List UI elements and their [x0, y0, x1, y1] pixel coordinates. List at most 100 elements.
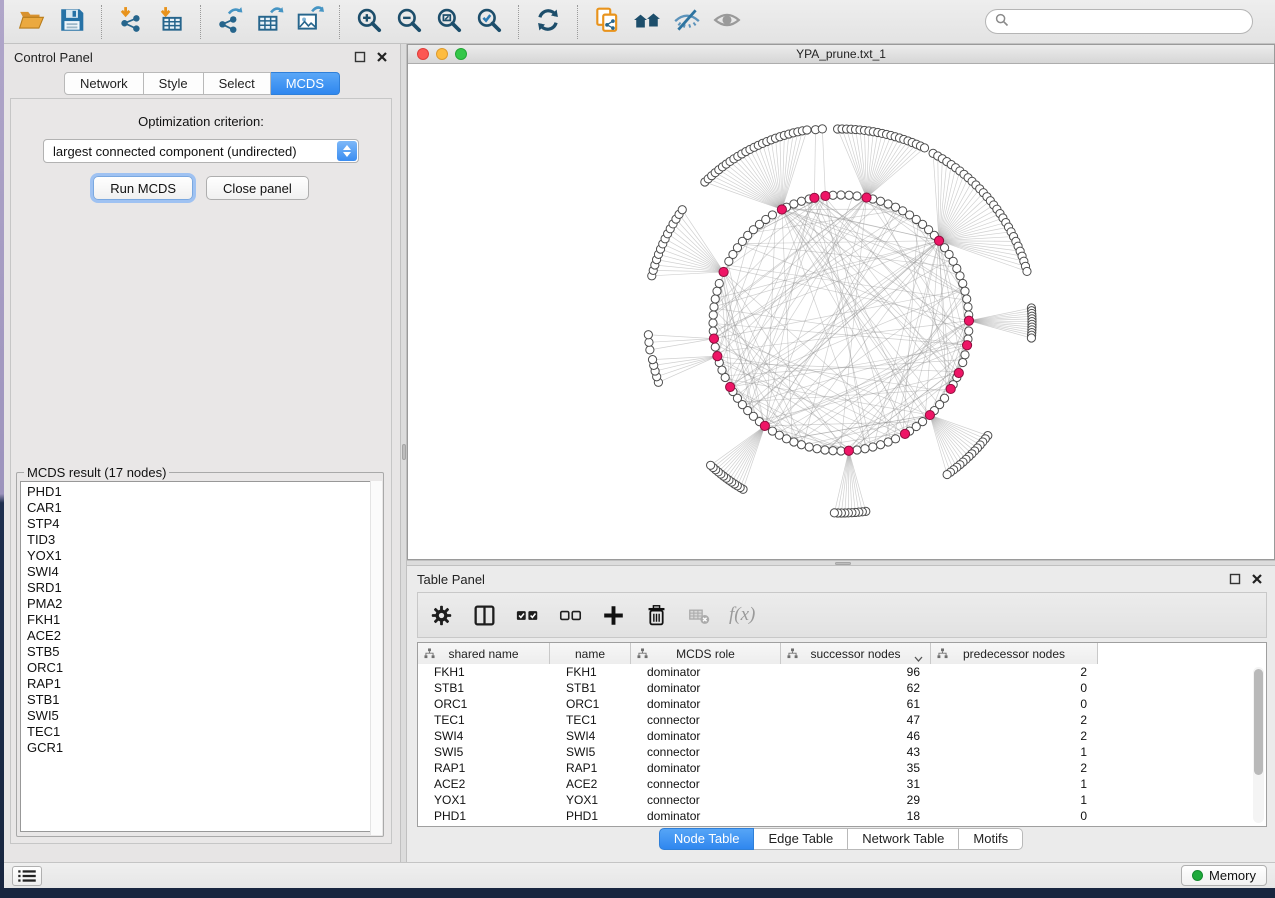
graph-node[interactable] — [920, 144, 928, 152]
graph-mcds-node[interactable] — [925, 410, 934, 419]
graph-node[interactable] — [959, 358, 967, 366]
table-row[interactable]: ORC1ORC1dominator610 — [418, 696, 1266, 712]
graph-node[interactable] — [845, 191, 853, 199]
export-network-button[interactable] — [210, 3, 250, 41]
float-panel-icon[interactable] — [1227, 571, 1243, 587]
table-row[interactable]: ACE2ACE2connector311 — [418, 776, 1266, 792]
graph-mcds-node[interactable] — [962, 341, 971, 350]
graph-node[interactable] — [956, 272, 964, 280]
mcds-result-item[interactable]: PMA2 — [27, 596, 379, 612]
graph-node[interactable] — [646, 346, 654, 354]
graph-node[interactable] — [818, 125, 826, 133]
tab-network-table[interactable]: Network Table — [848, 828, 959, 850]
table-row[interactable]: PHD1PHD1dominator180 — [418, 808, 1266, 824]
search-box[interactable] — [985, 9, 1253, 34]
copy-network-button[interactable] — [587, 3, 627, 41]
graph-node[interactable] — [678, 206, 686, 214]
select-all-icon[interactable] — [514, 602, 540, 628]
mcds-result-item[interactable]: ORC1 — [27, 660, 379, 676]
graph-mcds-node[interactable] — [810, 193, 819, 202]
graph-node[interactable] — [713, 287, 721, 295]
graph-mcds-node[interactable] — [777, 205, 786, 214]
memory-button[interactable]: Memory — [1181, 865, 1267, 886]
graph-node[interactable] — [805, 443, 813, 451]
show-all-button[interactable] — [707, 3, 747, 41]
graph-node[interactable] — [837, 191, 845, 199]
close-panel-button[interactable]: Close panel — [206, 176, 309, 200]
graph-node[interactable] — [813, 445, 821, 453]
column-header-successor-nodes[interactable]: successor nodes — [781, 643, 931, 664]
zoom-fit-button[interactable] — [429, 3, 469, 41]
optimization-criterion-select[interactable]: largest connected component (undirected) — [43, 139, 359, 163]
mcds-result-item[interactable]: STP4 — [27, 516, 379, 532]
column-header-predecessor-nodes[interactable]: predecessor nodes — [931, 643, 1098, 664]
tab-edge-table[interactable]: Edge Table — [754, 828, 848, 850]
graph-mcds-node[interactable] — [726, 382, 735, 391]
graph-node[interactable] — [876, 441, 884, 449]
show-panels-list-button[interactable] — [12, 866, 42, 886]
graph-node[interactable] — [853, 446, 861, 454]
search-input[interactable] — [1015, 14, 1243, 29]
graph-node[interactable] — [853, 192, 861, 200]
graph-node[interactable] — [709, 319, 717, 327]
column-header-shared-name[interactable]: shared name — [418, 643, 550, 664]
tab-node-table[interactable]: Node Table — [659, 828, 755, 850]
tab-style[interactable]: Style — [144, 72, 204, 95]
delete-column-icon[interactable] — [643, 602, 669, 628]
export-image-button[interactable] — [290, 3, 330, 41]
table-row[interactable]: YOX1YOX1connector291 — [418, 792, 1266, 808]
graph-node[interactable] — [645, 338, 653, 346]
table-row[interactable]: TEC1TEC1connector472 — [418, 712, 1266, 728]
graph-node[interactable] — [961, 351, 969, 359]
graph-node[interactable] — [768, 211, 776, 219]
graph-node[interactable] — [1027, 334, 1035, 342]
refresh-view-button[interactable] — [528, 3, 568, 41]
graph-node[interactable] — [961, 287, 969, 295]
graph-mcds-node[interactable] — [719, 267, 728, 276]
float-panel-icon[interactable] — [352, 49, 368, 65]
graph-mcds-node[interactable] — [964, 316, 973, 325]
mcds-result-item[interactable]: SRD1 — [27, 580, 379, 596]
graph-node[interactable] — [711, 343, 719, 351]
table-row[interactable]: SWI4SWI4dominator462 — [418, 728, 1266, 744]
mcds-result-item[interactable]: SWI4 — [27, 564, 379, 580]
graph-node[interactable] — [829, 447, 837, 455]
column-header-mcds-role[interactable]: MCDS role — [631, 643, 781, 664]
graph-node[interactable] — [790, 200, 798, 208]
zoom-out-button[interactable] — [389, 3, 429, 41]
deselect-all-icon[interactable] — [557, 602, 583, 628]
graph-mcds-node[interactable] — [946, 384, 955, 393]
graph-mcds-node[interactable] — [709, 334, 718, 343]
mcds-result-item[interactable]: PHD1 — [27, 484, 379, 500]
graph-node[interactable] — [821, 446, 829, 454]
gear-icon[interactable] — [428, 602, 454, 628]
graph-node[interactable] — [869, 443, 877, 451]
graph-node[interactable] — [709, 311, 717, 319]
close-panel-icon[interactable] — [374, 49, 390, 65]
tab-mcds[interactable]: MCDS — [271, 72, 340, 95]
graph-node[interactable] — [707, 461, 715, 469]
graph-node[interactable] — [876, 197, 884, 205]
graph-mcds-node[interactable] — [934, 236, 943, 245]
graph-mcds-node[interactable] — [713, 352, 722, 361]
graph-node[interactable] — [965, 327, 973, 335]
graph-mcds-node[interactable] — [954, 368, 963, 377]
table-row[interactable]: STB1STB1dominator620 — [418, 680, 1266, 696]
graph-node[interactable] — [710, 303, 718, 311]
mcds-list-scrollbar[interactable] — [370, 481, 382, 835]
mcds-result-item[interactable]: TEC1 — [27, 724, 379, 740]
table-row[interactable]: SWI5SWI5connector431 — [418, 744, 1266, 760]
export-table-button[interactable] — [250, 3, 290, 41]
graph-node[interactable] — [1023, 267, 1031, 275]
graph-mcds-node[interactable] — [900, 429, 909, 438]
hide-selected-button[interactable] — [667, 3, 707, 41]
mcds-result-item[interactable]: SWI5 — [27, 708, 379, 724]
mcds-result-item[interactable]: YOX1 — [27, 548, 379, 564]
mcds-result-item[interactable]: CAR1 — [27, 500, 379, 516]
graph-node[interactable] — [711, 295, 719, 303]
graph-node[interactable] — [718, 366, 726, 374]
mcds-result-item[interactable]: STB5 — [27, 644, 379, 660]
close-panel-icon[interactable] — [1249, 571, 1265, 587]
import-table-button[interactable] — [151, 3, 191, 41]
graph-mcds-node[interactable] — [844, 446, 853, 455]
